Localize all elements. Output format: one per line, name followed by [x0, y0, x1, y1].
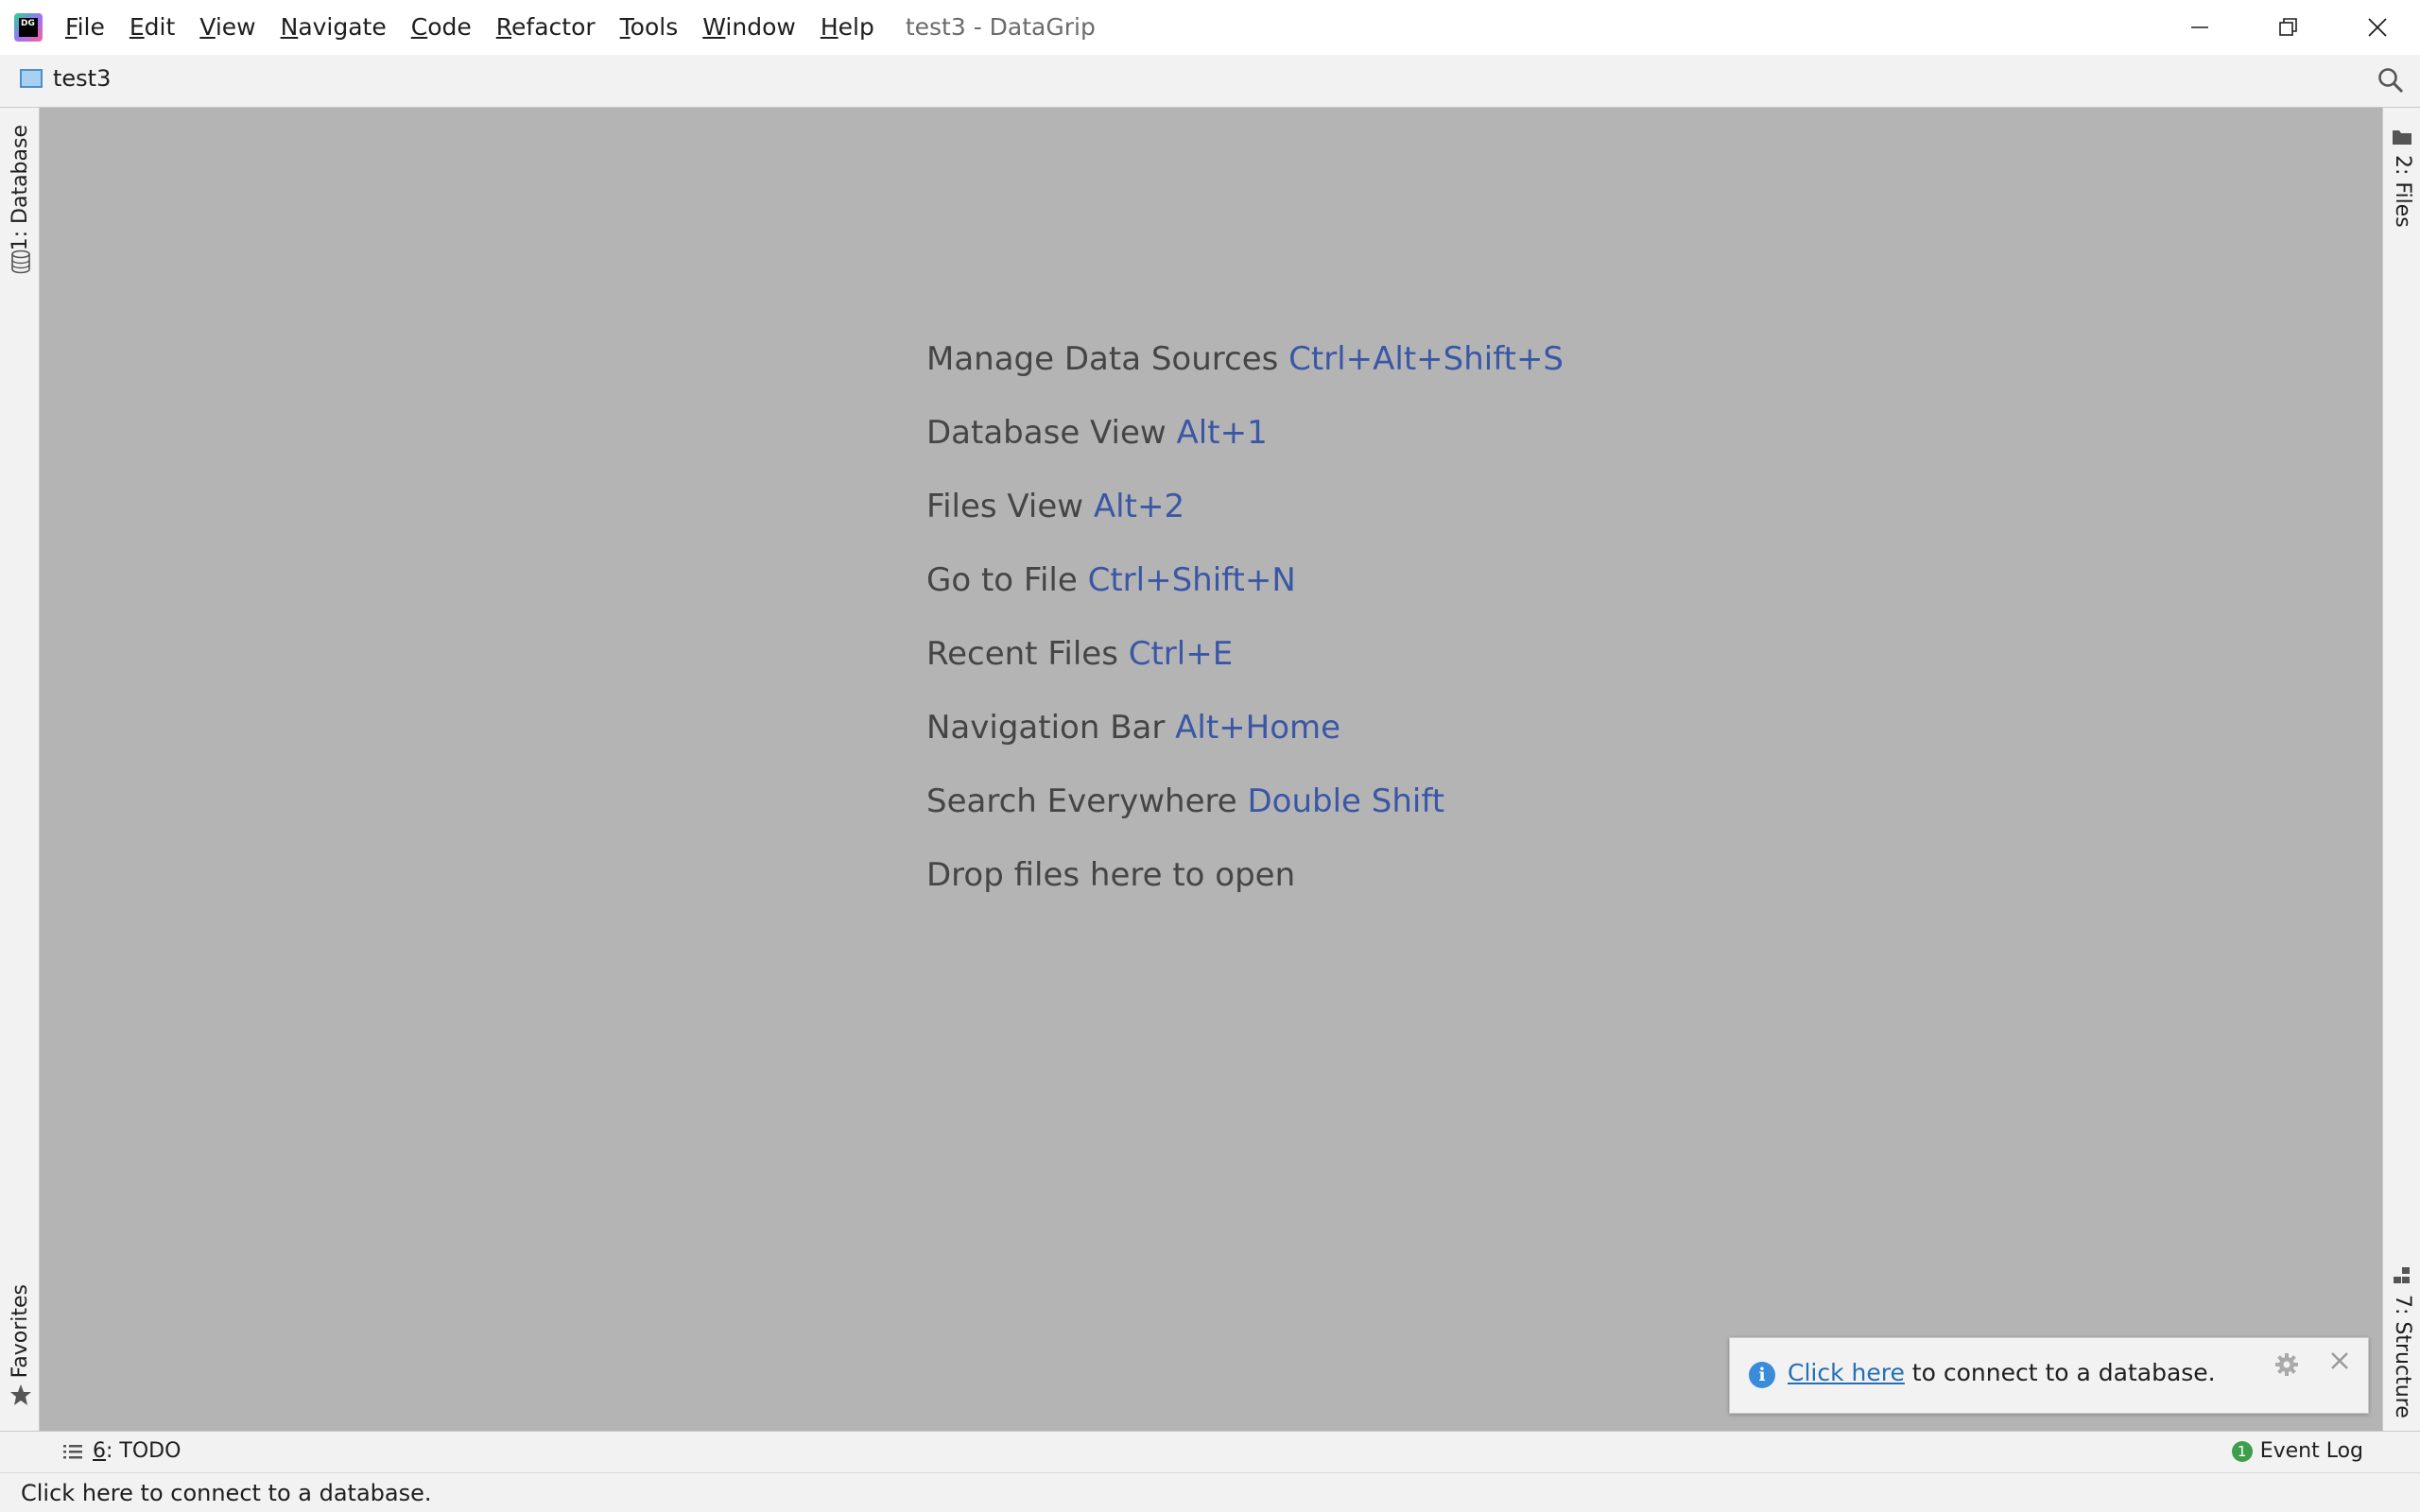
tab-files[interactable]: 2: Files [2391, 155, 2414, 228]
navigation-bar: test3 [0, 55, 2420, 108]
menu-help[interactable]: Help [808, 0, 887, 55]
notification-close-button[interactable] [2328, 1349, 2351, 1376]
status-message[interactable]: Click here to connect to a database. [21, 1480, 432, 1506]
notification-balloon: i Click here to connect to a database. [1729, 1337, 2369, 1414]
project-icon [20, 69, 43, 88]
minimize-icon [2191, 26, 2208, 28]
tab-favorites-label: Favorites [9, 1284, 32, 1379]
tab-todo-label: 6: TODO [93, 1439, 182, 1463]
menu-window[interactable]: Window [690, 0, 808, 55]
search-everywhere-button[interactable] [2377, 66, 2405, 98]
menu-code[interactable]: Code [399, 0, 484, 55]
tab-database-label: 1: Database [9, 125, 32, 251]
hint-navigation-bar: Navigation Bar Alt+Home [926, 709, 1341, 747]
search-icon [2378, 68, 2404, 94]
window-title: test3 - DataGrip [905, 13, 1096, 41]
status-bar: Click here to connect to a database. [0, 1472, 2420, 1512]
notification-message: Click here to connect to a database. [1788, 1359, 2216, 1386]
info-icon: i [1749, 1362, 1775, 1388]
menu-refactor[interactable]: Refactor [484, 0, 608, 55]
right-tool-strip: 2: Files 7: Structure [2382, 108, 2420, 1431]
hint-go-to-file: Go to File Ctrl+Shift+N [926, 561, 1296, 599]
close-window-button[interactable] [2333, 0, 2420, 55]
structure-icon [2394, 1267, 2410, 1283]
restore-button[interactable] [2244, 0, 2333, 55]
list-icon [63, 1444, 82, 1458]
tab-favorites[interactable]: Favorites [9, 1284, 32, 1378]
menu-edit[interactable]: Edit [117, 0, 187, 55]
minimize-button[interactable] [2155, 0, 2244, 55]
tab-database[interactable]: 1: Database [9, 125, 32, 250]
notification-settings-button[interactable] [2273, 1351, 2300, 1382]
title-bar: DG File Edit View Navigate Code Refactor… [0, 0, 2420, 55]
tab-event-log[interactable]: 1 Event Log [2231, 1439, 2363, 1463]
empty-editor-hints: Manage Data Sources Ctrl+Alt+Shift+S Dat… [926, 340, 1564, 930]
tab-todo[interactable]: 6: TODO [62, 1439, 181, 1463]
menu-tools[interactable]: Tools [608, 0, 691, 55]
connect-database-link[interactable]: Click here [1788, 1359, 1905, 1386]
project-breadcrumb[interactable]: test3 [53, 65, 111, 92]
hint-recent-files: Recent Files Ctrl+E [926, 635, 1234, 673]
tab-structure[interactable]: 7: Structure [2391, 1295, 2414, 1418]
editor-empty-area[interactable]: Manage Data Sources Ctrl+Alt+Shift+S Dat… [40, 108, 2382, 1431]
tab-event-log-label: Event Log [2259, 1439, 2363, 1463]
logo-text: DG [19, 18, 38, 37]
folder-icon [2393, 130, 2411, 145]
menu-navigate[interactable]: Navigate [268, 0, 399, 55]
hint-manage-data-sources: Manage Data Sources Ctrl+Alt+Shift+S [926, 340, 1564, 378]
menu-file[interactable]: File [53, 0, 117, 55]
tab-structure-label: 7: Structure [2391, 1295, 2414, 1418]
gear-icon [2275, 1353, 2298, 1376]
hint-database-view: Database View Alt+1 [926, 414, 1268, 452]
menu-view[interactable]: View [187, 0, 268, 55]
datagrip-logo-icon: DG [14, 13, 43, 42]
database-icon [11, 249, 30, 274]
restore-icon [2279, 18, 2297, 36]
hint-drop-files: Drop files here to open [926, 856, 1296, 894]
star-icon [10, 1384, 31, 1405]
close-icon [2331, 1352, 2348, 1369]
hint-files-view: Files View Alt+2 [926, 488, 1185, 525]
hint-search-everywhere: Search Everywhere Double Shift [926, 782, 1445, 820]
tab-files-label: 2: Files [2391, 155, 2414, 228]
bottom-tool-strip: 6: TODO 1 Event Log [0, 1431, 2420, 1472]
left-tool-strip: 1: Database Favorites [0, 108, 40, 1431]
menu-bar: File Edit View Navigate Code Refactor To… [53, 0, 1096, 55]
close-icon [2368, 18, 2387, 37]
event-count-badge: 1 [2231, 1440, 2253, 1462]
